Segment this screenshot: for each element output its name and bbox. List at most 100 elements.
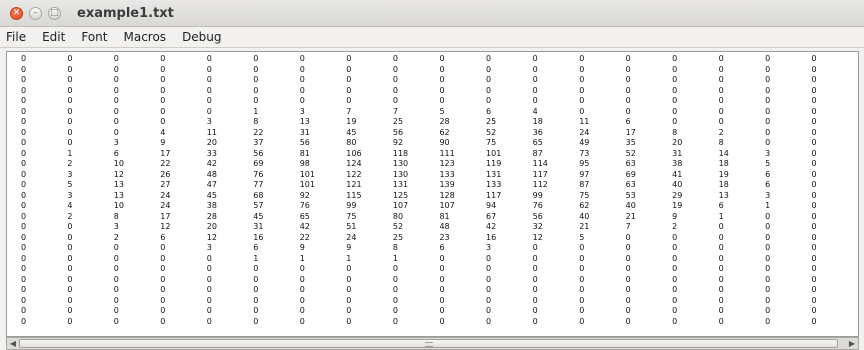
grid-cell: 25 bbox=[392, 117, 404, 126]
grid-cell: 0 bbox=[299, 285, 305, 294]
grid-cell: 0 bbox=[765, 253, 771, 263]
grid-row: 0 1 6 17 33 56 81 106 118 111 101 87 73 52 31 14 3 0 bbox=[21, 149, 858, 160]
grid-cell: 63 bbox=[625, 159, 636, 168]
grid-cell: 0 bbox=[765, 138, 771, 147]
grid-cell: 0 bbox=[579, 54, 585, 63]
grid-cell: 0 bbox=[113, 117, 119, 126]
grid-cell: 115 bbox=[346, 190, 362, 200]
grid-cell: 28 bbox=[439, 117, 450, 126]
grid-cell: 6 bbox=[486, 106, 492, 116]
text-area[interactable]: 0 0 0 0 0 0 0 0 0 0 0 0 0 0 0 0 0 0 0 0 0 0 0 0 0 0 0 0 0 0 0 0 0 0 0 0 0 0 0 0… bbox=[6, 51, 859, 337]
grid-cell: 0 bbox=[811, 180, 817, 189]
grid-cell: 18 bbox=[532, 117, 543, 126]
grid-cell: 0 bbox=[253, 306, 259, 315]
grid-cell: 0 bbox=[811, 127, 817, 137]
grid-cell: 0 bbox=[579, 285, 585, 294]
grid-cell: 0 bbox=[718, 232, 724, 242]
close-window-icon[interactable]: ✕ bbox=[10, 6, 23, 20]
grid-cell: 0 bbox=[811, 316, 817, 326]
grid-cell: 32 bbox=[532, 222, 543, 231]
grid-row: 0 2 10 22 42 69 98 124 130 123 119 114 95 63 38 18 5 0 bbox=[21, 159, 858, 170]
grid-row: 0 0 0 0 0 0 0 0 0 0 0 0 0 0 0 0 0 0 bbox=[21, 86, 858, 97]
grid-cell: 133 bbox=[439, 169, 455, 179]
grid-cell: 0 bbox=[67, 127, 73, 137]
menu-debug[interactable]: Debug bbox=[174, 27, 229, 47]
grid-cell: 69 bbox=[625, 169, 636, 179]
grid-cell: 0 bbox=[160, 295, 166, 305]
grid-cell: 0 bbox=[206, 253, 212, 263]
grid-cell: 0 bbox=[765, 295, 771, 305]
menu-font[interactable]: Font bbox=[73, 27, 115, 47]
menu-file[interactable]: File bbox=[0, 27, 34, 47]
grid-cell: 9 bbox=[672, 211, 678, 221]
grid-cell: 0 bbox=[532, 85, 538, 95]
grid-cell: 0 bbox=[21, 243, 27, 252]
grid-cell: 49 bbox=[579, 138, 590, 147]
grid-row: 0 4 10 24 38 57 76 99 107 107 94 76 62 40 19 6 1 0 bbox=[21, 201, 858, 212]
grid-cell: 0 bbox=[113, 295, 119, 305]
grid-cell: 0 bbox=[811, 243, 817, 252]
grid-cell: 0 bbox=[486, 96, 492, 105]
scroll-left-icon[interactable]: ◀ bbox=[7, 338, 19, 349]
grid-cell: 92 bbox=[299, 190, 310, 200]
grid-cell: 0 bbox=[253, 316, 259, 326]
grid-cell: 118 bbox=[392, 148, 409, 158]
grid-cell: 0 bbox=[299, 64, 305, 74]
grid-cell: 0 bbox=[532, 316, 538, 326]
grid-cell: 57 bbox=[253, 201, 264, 210]
grid-cell: 0 bbox=[718, 85, 724, 95]
grid-cell: 0 bbox=[579, 306, 585, 315]
grid-cell: 7 bbox=[346, 106, 352, 116]
grid-cell: 1 bbox=[299, 253, 305, 263]
grid-cell: 24 bbox=[579, 127, 590, 137]
minimize-window-icon[interactable]: – bbox=[29, 6, 42, 20]
grid-cell: 1 bbox=[253, 106, 259, 116]
grid-row: 0 0 0 0 0 0 0 0 0 0 0 0 0 0 0 0 0 0 bbox=[21, 306, 858, 317]
grid-cell: 0 bbox=[579, 274, 585, 284]
grid-row: 0 0 0 0 3 8 13 19 25 28 25 18 11 6 0 0 0 0 bbox=[21, 117, 858, 128]
grid-cell: 62 bbox=[439, 127, 450, 137]
grid-cell: 31 bbox=[299, 127, 310, 137]
grid-cell: 6 bbox=[439, 243, 445, 252]
grid-cell: 8 bbox=[253, 117, 259, 126]
grid-row: 0 0 0 0 3 6 9 9 8 6 3 0 0 0 0 0 0 0 bbox=[21, 243, 858, 254]
grid-cell: 3 bbox=[206, 243, 212, 252]
grid-cell: 0 bbox=[625, 274, 631, 284]
grid-cell: 0 bbox=[765, 274, 771, 284]
grid-cell: 0 bbox=[160, 306, 166, 315]
grid-cell: 0 bbox=[532, 243, 538, 252]
grid-cell: 0 bbox=[206, 96, 212, 105]
grid-cell: 0 bbox=[718, 75, 724, 84]
grid-cell: 0 bbox=[21, 138, 27, 147]
grid-cell: 31 bbox=[672, 148, 683, 158]
grid-cell: 73 bbox=[579, 148, 590, 158]
grid-cell: 2 bbox=[113, 232, 119, 242]
grid-cell: 22 bbox=[253, 127, 264, 137]
maximize-window-icon[interactable]: □ bbox=[48, 6, 61, 20]
grid-cell: 65 bbox=[532, 138, 543, 147]
grid-cell: 0 bbox=[718, 264, 724, 273]
title-bar[interactable]: ✕ – □ example1.txt bbox=[0, 0, 864, 27]
grid-cell: 48 bbox=[206, 169, 217, 179]
grid-cell: 52 bbox=[625, 148, 636, 158]
grid-cell: 0 bbox=[67, 54, 73, 63]
grid-cell: 6 bbox=[765, 180, 771, 189]
grid-cell: 38 bbox=[206, 201, 217, 210]
grid-cell: 0 bbox=[625, 64, 631, 74]
grid-cell: 33 bbox=[206, 148, 217, 158]
grid-cell: 124 bbox=[346, 159, 362, 168]
scrollbar-thumb[interactable] bbox=[19, 339, 838, 348]
grid-cell: 8 bbox=[113, 211, 119, 221]
horizontal-scrollbar[interactable]: ◀ ▶ bbox=[6, 337, 859, 350]
grid-cell: 75 bbox=[579, 190, 590, 200]
numeric-grid: 0 0 0 0 0 0 0 0 0 0 0 0 0 0 0 0 0 0 0 0 0 0 0 0 0 0 0 0 0 0 0 0 0 0 0 0 0 0 0 0… bbox=[21, 54, 858, 327]
grid-cell: 8 bbox=[718, 138, 724, 147]
grid-cell: 0 bbox=[392, 85, 398, 95]
menu-macros[interactable]: Macros bbox=[115, 27, 174, 47]
menu-edit[interactable]: Edit bbox=[34, 27, 73, 47]
grid-cell: 0 bbox=[811, 232, 817, 242]
scroll-right-icon[interactable]: ▶ bbox=[846, 338, 858, 349]
grid-cell: 0 bbox=[206, 285, 212, 294]
grid-cell: 62 bbox=[579, 201, 590, 210]
grid-cell: 0 bbox=[625, 295, 631, 305]
